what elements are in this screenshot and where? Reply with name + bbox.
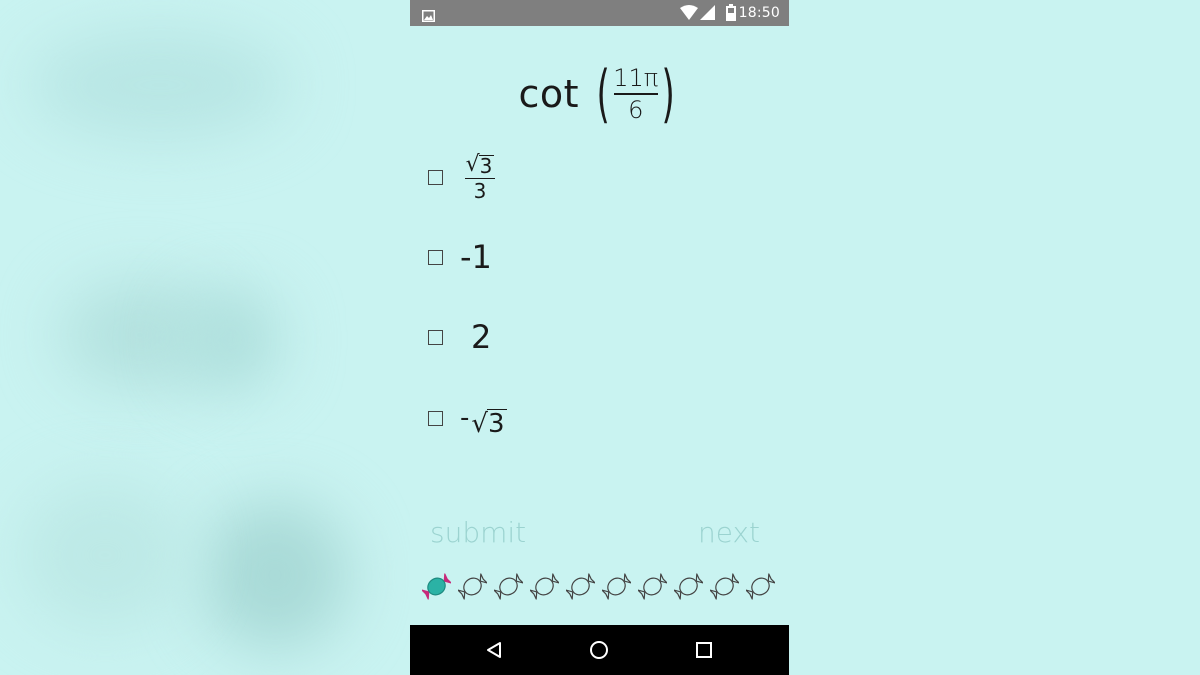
question-denominator: 6: [628, 96, 644, 124]
option-checkbox[interactable]: [428, 410, 443, 426]
status-time: 18:50: [738, 5, 780, 21]
option-denominator: 3: [473, 178, 487, 203]
sqrt-argument: 3: [486, 409, 507, 439]
candy-progress-complete-icon: [422, 572, 451, 601]
question-expression: cot ( 11π 6 ): [410, 58, 789, 130]
sqrt-argument: 3: [478, 153, 495, 178]
candy-progress-empty-icon: [602, 572, 631, 601]
recents-icon[interactable]: [694, 640, 714, 660]
image-notification-icon: [422, 7, 435, 26]
option-checkbox[interactable]: [428, 329, 443, 345]
phone-screen: 18:50 cot ( 11π 6 ) √ 3 3 -1 2 - √ 3 sub…: [410, 0, 789, 675]
candy-progress-empty-icon: [710, 572, 739, 601]
answer-option[interactable]: 2: [428, 317, 491, 357]
answer-option[interactable]: - √ 3: [428, 398, 507, 438]
right-paren: ): [661, 57, 676, 130]
home-icon[interactable]: [589, 640, 609, 660]
option-label: -1: [460, 238, 492, 276]
back-icon[interactable]: [484, 640, 504, 660]
question-numerator: 11π: [613, 64, 659, 92]
candy-progress-empty-icon: [530, 572, 559, 601]
wifi-icon: [680, 5, 698, 24]
option-checkbox[interactable]: [428, 169, 443, 185]
question-function: cot: [518, 72, 580, 116]
candy-progress-empty-icon: [638, 572, 667, 601]
cell-signal-icon: [700, 5, 715, 24]
option-fraction: √ 3 3: [465, 151, 495, 203]
fraction-bar: [613, 93, 658, 95]
nav-bar: [410, 625, 789, 675]
left-paren: (: [596, 57, 610, 130]
answer-option[interactable]: -1: [428, 237, 492, 277]
status-bar: 18:50: [410, 0, 789, 26]
submit-button[interactable]: submit: [430, 516, 526, 549]
candy-progress-empty-icon: [494, 572, 523, 601]
battery-icon: [726, 4, 736, 25]
question-fraction: 11π 6: [613, 65, 658, 123]
option-expression: - √ 3: [460, 398, 507, 438]
answer-option[interactable]: √ 3 3: [428, 151, 495, 203]
sqrt-expression: √ 3: [471, 409, 507, 439]
candy-progress-empty-icon: [674, 572, 703, 601]
option-checkbox[interactable]: [428, 249, 443, 265]
option-prefix: -: [460, 403, 470, 433]
progress-candies: [422, 572, 775, 601]
candy-progress-empty-icon: [746, 572, 775, 601]
next-button[interactable]: next: [698, 516, 760, 549]
candy-progress-empty-icon: [566, 572, 595, 601]
sqrt-expression: √ 3: [465, 151, 495, 178]
candy-progress-empty-icon: [458, 572, 487, 601]
option-label: 2: [471, 318, 492, 356]
